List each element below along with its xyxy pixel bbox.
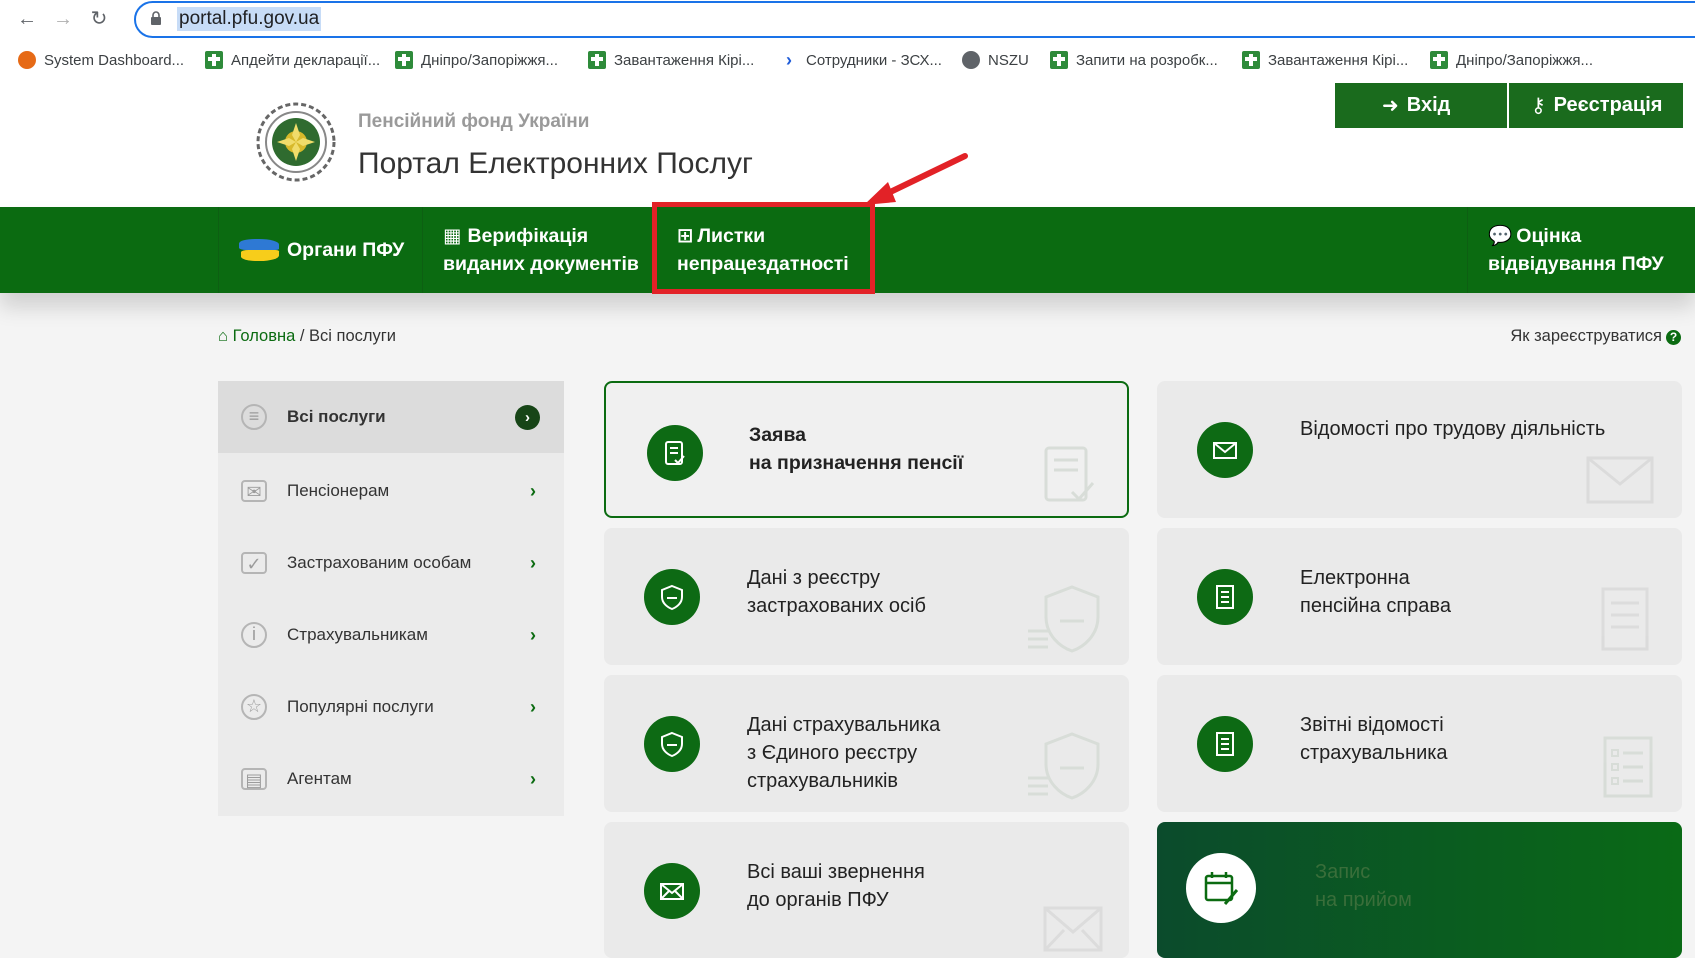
chevron-right-icon: › — [515, 404, 540, 430]
sidebar-item-insured[interactable]: ✓ Застрахованим особам › — [218, 527, 564, 599]
document-icon — [647, 425, 703, 481]
back-icon[interactable]: ← — [14, 6, 40, 32]
login-button[interactable]: ➜ Вхід — [1335, 83, 1507, 128]
bookmarks-bar: System Dashboard... Апдейти декларації..… — [0, 44, 1695, 74]
chevron-right-icon: › — [530, 624, 536, 645]
nav-pfu-organs[interactable]: Органи ПФУ — [218, 207, 422, 293]
chevron-icon: › — [786, 50, 792, 70]
bookmark-item[interactable]: Завантаження Кірі... — [588, 50, 754, 70]
portal-title: Портал Електронних Послуг — [358, 147, 753, 180]
bookmark-item[interactable]: Дніпро/Запоріжжя... — [1430, 50, 1593, 70]
qr-icon: ▦ — [443, 225, 462, 247]
bookmark-item[interactable]: System Dashboard... — [18, 50, 184, 70]
card-appointment[interactable]: Запис на прийом — [1157, 822, 1682, 958]
bookmark-item[interactable]: Апдейти декларації... — [205, 50, 380, 70]
nav-document-verification[interactable]: ▦ Верифікація виданих документів — [422, 207, 652, 293]
envelope-icon: ✉ — [241, 480, 267, 502]
green-cross-icon — [588, 51, 606, 69]
sidebar-item-pensioners[interactable]: ✉ Пенсіонерам › — [218, 455, 564, 527]
fox-icon — [18, 51, 36, 69]
shield-coins-icon — [644, 716, 700, 772]
breadcrumb-home[interactable]: ⌂ Головна — [218, 327, 295, 345]
green-cross-icon — [1430, 51, 1448, 69]
red-arrow-annotation — [864, 153, 968, 205]
bookmark-item[interactable]: › Сотрудники - ЗСХ... — [780, 50, 942, 70]
browser-chrome: ← → ↻ portal.pfu.gov.ua System Dashboard… — [0, 0, 1695, 81]
bookmark-item[interactable]: Завантаження Кірі... — [1242, 50, 1408, 70]
how-to-register-link[interactable]: Як зареєструватися? — [1510, 327, 1681, 346]
card-work-activity[interactable]: Відомості про трудову діяльність — [1157, 381, 1682, 518]
sidebar-item-all-services[interactable]: ≡ Всі послуги › — [218, 381, 564, 453]
green-cross-icon — [1050, 51, 1068, 69]
envelope-pen-icon — [1586, 456, 1654, 504]
nav-visit-rating[interactable]: 💬 Оцінка відвідування ПФУ — [1467, 207, 1695, 293]
key-icon: ⚷ — [1531, 95, 1546, 117]
org-name: Пенсійний фонд України — [358, 111, 590, 132]
info-icon: i — [241, 622, 267, 648]
lock-icon — [151, 11, 161, 25]
register-button[interactable]: ⚷ Реєстрація — [1509, 83, 1683, 128]
document-check-icon: ✓ — [241, 552, 267, 574]
pfu-logo[interactable] — [255, 101, 337, 183]
envelope-icon — [1043, 906, 1103, 952]
report-list-icon — [1197, 716, 1253, 772]
site-header: Пенсійний фонд України Портал Електронни… — [0, 81, 1695, 207]
card-e-pension-case[interactable]: Електронна пенсійна справа — [1157, 528, 1682, 665]
sidebar-item-insurers[interactable]: i Страхувальникам › — [218, 599, 564, 671]
url-text[interactable]: portal.pfu.gov.ua — [177, 7, 322, 31]
question-icon: ? — [1666, 330, 1681, 345]
document-check-icon — [1044, 446, 1095, 502]
checklist-icon — [1603, 736, 1653, 798]
green-cross-icon — [1242, 51, 1260, 69]
comment-icon: 💬 — [1488, 225, 1513, 247]
card-insurer-reports[interactable]: Звітні відомості страхувальника — [1157, 675, 1682, 812]
sign-in-icon: ➜ — [1382, 95, 1399, 117]
envelope-icon — [644, 863, 700, 919]
shield-coins-icon — [644, 569, 700, 625]
breadcrumb: ⌂ Головна / Всі послуги — [218, 327, 397, 345]
folder-icon: ▤ — [241, 768, 267, 790]
bookmark-item[interactable]: Запити на розробк... — [1050, 50, 1218, 70]
folder-document-icon — [1197, 569, 1253, 625]
chevron-right-icon: › — [530, 552, 536, 573]
address-bar[interactable] — [134, 1, 1695, 38]
sidebar-item-popular[interactable]: ☆ Популярні послуги › — [218, 671, 564, 743]
sidebar-item-agents[interactable]: ▤ Агентам › — [218, 743, 564, 815]
highlight-box — [652, 202, 875, 294]
green-cross-icon — [395, 51, 413, 69]
green-cross-icon — [205, 51, 223, 69]
ukraine-map-icon — [239, 237, 279, 263]
forward-icon[interactable]: → — [50, 6, 76, 32]
bookmark-item[interactable]: Дніпро/Запоріжжя... — [395, 50, 558, 70]
list-icon: ≡ — [241, 404, 267, 430]
card-insured-registry[interactable]: Дані з реєстру застрахованих осіб — [604, 528, 1129, 665]
bookmark-item[interactable]: NSZU — [962, 50, 1029, 70]
card-appeals[interactable]: Всі ваші звернення до органів ПФУ — [604, 822, 1129, 958]
home-icon: ⌂ — [218, 327, 228, 345]
chevron-right-icon: › — [530, 696, 536, 717]
card-insurer-data[interactable]: Дані страхувальника з Єдиного реєстру ст… — [604, 675, 1129, 812]
chevron-right-icon: › — [530, 768, 536, 789]
calendar-pen-icon — [1186, 853, 1256, 923]
globe-icon — [962, 51, 980, 69]
document-stack-icon — [1601, 587, 1649, 651]
shield-icon — [1028, 732, 1100, 800]
card-pension-application[interactable]: Заява на призначення пенсії — [604, 381, 1129, 518]
shield-icon — [1028, 585, 1100, 653]
chevron-right-icon: › — [530, 480, 536, 501]
envelope-icon — [1197, 422, 1253, 478]
breadcrumb-current: Всі послуги — [309, 327, 397, 345]
services-sidebar: ≡ Всі послуги › ✉ Пенсіонерам › ✓ Застра… — [218, 381, 564, 816]
reload-icon[interactable]: ↻ — [86, 6, 112, 32]
star-badge-icon: ☆ — [241, 694, 267, 720]
